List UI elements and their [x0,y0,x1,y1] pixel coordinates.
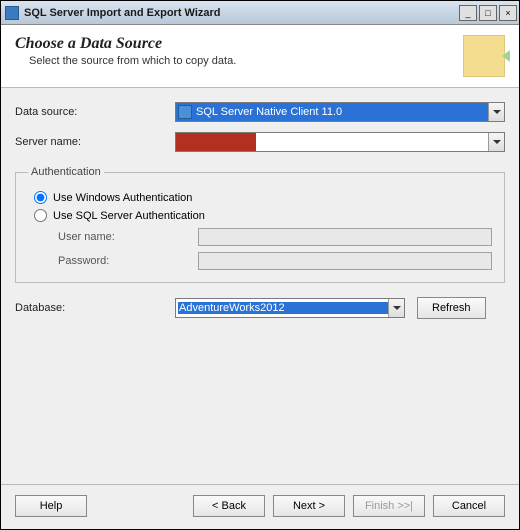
wizard-header: Choose a Data Source Select the source f… [1,25,519,88]
window-title: SQL Server Import and Export Wizard [24,7,457,19]
windows-auth-radio[interactable] [34,191,47,204]
database-combo[interactable]: AdventureWorks2012 [175,298,405,318]
password-label: Password: [58,255,198,267]
chevron-down-icon[interactable] [488,133,504,151]
server-name-combo[interactable] [175,132,505,152]
refresh-button[interactable]: Refresh [417,297,486,319]
minimize-button[interactable]: _ [459,5,477,21]
server-name-label: Server name: [15,136,175,148]
title-bar: SQL Server Import and Export Wizard _ □ … [1,1,519,25]
sql-auth-label: Use SQL Server Authentication [53,210,205,222]
windows-auth-label: Use Windows Authentication [53,192,192,204]
app-icon [5,6,19,20]
data-source-label: Data source: [15,106,175,118]
maximize-button[interactable]: □ [479,5,497,21]
user-name-label: User name: [58,231,198,243]
database-label: Database: [15,302,175,314]
database-value: AdventureWorks2012 [178,302,388,314]
wizard-icon [463,35,505,77]
authentication-group: Authentication Use Windows Authenticatio… [15,166,505,283]
chevron-down-icon[interactable] [388,299,404,317]
help-button[interactable]: Help [15,495,87,517]
finish-button: Finish >>| [353,495,425,517]
authentication-legend: Authentication [28,166,104,178]
sql-auth-radio[interactable] [34,209,47,222]
back-button[interactable]: < Back [193,495,265,517]
cancel-button[interactable]: Cancel [433,495,505,517]
data-source-combo[interactable]: SQL Server Native Client 11.0 [175,102,505,122]
chevron-down-icon[interactable] [488,103,504,121]
password-input [198,252,492,270]
close-button[interactable]: × [499,5,517,21]
user-name-input [198,228,492,246]
page-subtitle: Select the source from which to copy dat… [15,55,463,67]
wizard-footer: Help < Back Next > Finish >>| Cancel [1,484,519,529]
next-button[interactable]: Next > [273,495,345,517]
data-source-value: SQL Server Native Client 11.0 [196,106,488,118]
database-icon [178,105,192,119]
page-title: Choose a Data Source [15,35,463,53]
server-name-input[interactable] [178,133,488,151]
